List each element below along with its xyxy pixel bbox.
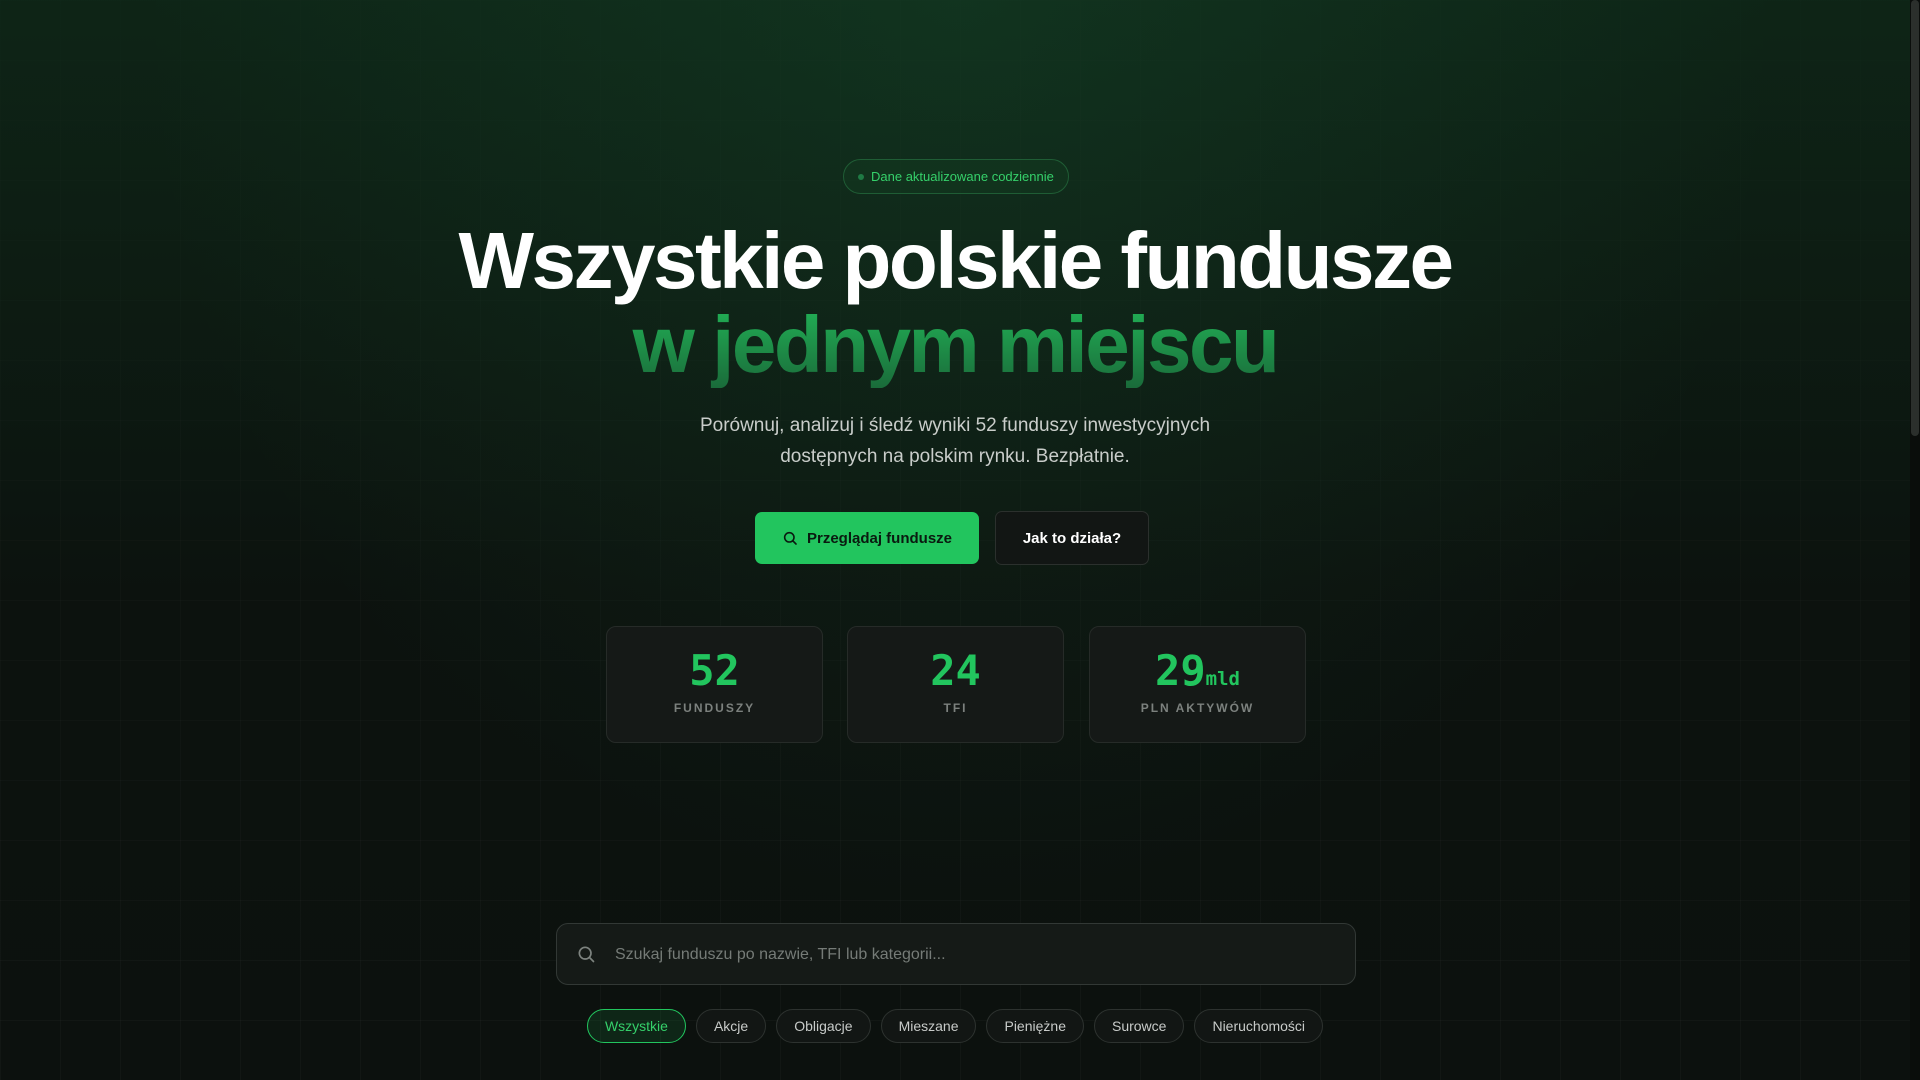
stat-label: PLN AKTYWÓW: [1140, 701, 1255, 715]
stat-value: 29: [1155, 646, 1206, 695]
hero-subtitle-line-2: dostępnych na polskim rynku. Bezpłatnie.: [780, 446, 1130, 467]
filter-chip-real-estate[interactable]: Nieruchomości: [1194, 1009, 1324, 1043]
hero-subtitle-line-1: Porównuj, analizuj i śledź wyniki 52 fun…: [699, 415, 1211, 436]
stat-value-wrap: 29mld: [1090, 646, 1305, 704]
filter-chip-mixed[interactable]: Mieszane: [880, 1009, 977, 1043]
how-it-works-button[interactable]: Jak to działa?: [995, 511, 1149, 565]
filter-chip-money-market[interactable]: Pieniężne: [986, 1009, 1084, 1043]
stat-unit: mld: [1205, 668, 1240, 690]
stat-card-funds: 52 FUNDUSZY: [606, 626, 823, 743]
search-icon: [783, 531, 797, 545]
category-filters: Wszystkie Akcje Obligacje Mieszane Pieni…: [0, 1009, 1910, 1043]
hero-subtitle: Porównuj, analizuj i śledź wyniki 52 fun…: [0, 410, 1910, 472]
hero-title-accent: w jednym miejscu: [0, 302, 1910, 388]
search-icon: [576, 944, 596, 964]
scrollbar[interactable]: [1910, 0, 1920, 1080]
filter-chip-bonds[interactable]: Obligacje: [776, 1009, 871, 1043]
stat-label: FUNDUSZY: [673, 701, 756, 715]
stat-card-tfi: 24 TFI: [847, 626, 1064, 743]
update-badge: Dane aktualizowane codziennie: [843, 159, 1069, 194]
hero-title: Wszystkie polskie fundusze: [458, 216, 1454, 305]
stat-card-assets: 29mld PLN AKTYWÓW: [1089, 626, 1306, 743]
browse-funds-button[interactable]: Przeglądaj fundusze: [755, 512, 979, 564]
how-it-works-label: Jak to działa?: [1022, 529, 1122, 547]
filter-chip-all[interactable]: Wszystkie: [586, 1009, 686, 1043]
stat-value: 52: [689, 646, 740, 695]
search-box: [556, 923, 1356, 986]
filter-chip-commodities[interactable]: Surowce: [1093, 1009, 1185, 1043]
update-badge-text: Dane aktualizowane codziennie: [871, 169, 1054, 184]
browse-funds-label: Przeglądaj fundusze: [806, 529, 953, 547]
filter-chip-stocks[interactable]: Akcje: [695, 1009, 767, 1043]
scrollbar-thumb[interactable]: [1911, 0, 1919, 436]
status-dot-icon: [858, 173, 864, 180]
stat-value-wrap: 24: [848, 646, 1063, 704]
stat-value-wrap: 52: [607, 646, 822, 704]
search-input[interactable]: [613, 924, 1337, 986]
page: Dane aktualizowane codziennie Wszystkie …: [0, 0, 1910, 1080]
stat-label: TFI: [943, 701, 968, 715]
stat-value: 24: [930, 646, 981, 695]
